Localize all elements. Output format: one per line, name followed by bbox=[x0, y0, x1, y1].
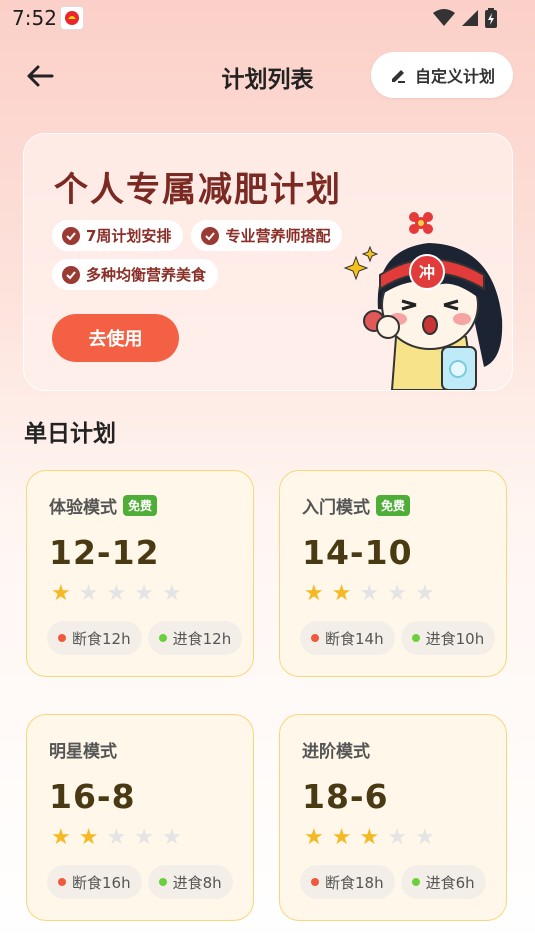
pencil-icon bbox=[391, 70, 405, 83]
eating-dot bbox=[411, 634, 420, 642]
plan-name: 进阶模式 bbox=[302, 742, 370, 762]
plan-card[interactable]: 明星模式 16-8 ★ ★ ★ ★ ★ 断食16h 进食8h bbox=[26, 714, 254, 921]
plan-name: 明星模式 bbox=[49, 742, 117, 762]
star-empty-icon: ★ bbox=[134, 581, 154, 606]
plan-ratio: 14-10 bbox=[302, 533, 413, 572]
star-filled-icon: ★ bbox=[331, 825, 352, 850]
fasting-hours: 断食16h bbox=[72, 873, 131, 892]
star-filled-icon: ★ bbox=[304, 825, 324, 850]
banner-tag: 7周计划安排 bbox=[52, 220, 184, 251]
fasting-dot bbox=[311, 634, 319, 642]
banner-tag: 专业营养师搭配 bbox=[191, 220, 343, 251]
wifi-icon bbox=[433, 9, 455, 26]
fasting-hours: 断食18h bbox=[325, 873, 384, 892]
banner-tag-label: 7周计划安排 bbox=[86, 227, 172, 245]
banner-tag-label: 专业营养师搭配 bbox=[225, 227, 331, 245]
plan-name: 入门模式 bbox=[302, 498, 370, 518]
eating-dot bbox=[411, 878, 420, 886]
plan-card[interactable]: 体验模式 免费 12-12 ★ ★ ★ ★ ★ 断食12h 进食12h bbox=[26, 470, 254, 677]
star-empty-icon: ★ bbox=[414, 825, 435, 850]
check-icon bbox=[62, 265, 80, 284]
fasting-hours: 断食14h bbox=[325, 629, 384, 648]
cartoon-girl-illustration: 冲 bbox=[343, 212, 503, 390]
free-badge: 免费 bbox=[376, 495, 411, 516]
plan-ratio: 16-8 bbox=[49, 777, 136, 816]
battery-icon bbox=[485, 8, 497, 28]
banner-tag: 多种均衡营养美食 bbox=[52, 259, 219, 290]
fasting-dot bbox=[58, 634, 66, 642]
difficulty-stars: ★ ★ ★ ★ ★ bbox=[304, 827, 435, 849]
plan-ratio: 18-6 bbox=[302, 777, 389, 816]
status-time: 7:52 bbox=[12, 6, 57, 30]
eating-dot bbox=[158, 634, 167, 642]
eating-hours: 进食6h bbox=[425, 873, 475, 892]
plan-banner: 个人专属减肥计划 7周计划安排 专业营养师搭配 多种均衡营养美食 去使用 冲 bbox=[23, 133, 513, 391]
signal-icon bbox=[462, 10, 478, 26]
fasting-hours-pill: 断食14h bbox=[300, 621, 395, 655]
free-badge: 免费 bbox=[123, 495, 158, 516]
eating-hours-pill: 进食6h bbox=[400, 865, 486, 899]
back-button[interactable] bbox=[22, 60, 58, 92]
app-notification-icon bbox=[60, 6, 84, 30]
eating-hours: 进食12h bbox=[172, 629, 232, 648]
section-title: 单日计划 bbox=[24, 421, 116, 447]
eating-hours-pill: 进食12h bbox=[147, 621, 243, 655]
star-empty-icon: ★ bbox=[387, 581, 407, 606]
star-filled-icon: ★ bbox=[51, 581, 71, 606]
eating-hours: 进食10h bbox=[425, 629, 485, 648]
star-filled-icon: ★ bbox=[78, 825, 99, 850]
fasting-dot bbox=[58, 878, 66, 886]
star-empty-icon: ★ bbox=[78, 581, 99, 606]
difficulty-stars: ★ ★ ★ ★ ★ bbox=[51, 827, 182, 849]
fasting-hours-pill: 断食16h bbox=[47, 865, 142, 899]
star-empty-icon: ★ bbox=[106, 581, 127, 606]
difficulty-stars: ★ ★ ★ ★ ★ bbox=[51, 583, 182, 605]
star-filled-icon: ★ bbox=[331, 581, 352, 606]
star-empty-icon: ★ bbox=[161, 825, 182, 850]
fasting-hours-pill: 断食12h bbox=[47, 621, 142, 655]
banner-title: 个人专属减肥计划 bbox=[54, 170, 342, 210]
star-empty-icon: ★ bbox=[414, 581, 435, 606]
fasting-hours-pill: 断食18h bbox=[300, 865, 395, 899]
star-filled-icon: ★ bbox=[51, 825, 71, 850]
fasting-dot bbox=[311, 878, 319, 886]
use-button[interactable]: 去使用 bbox=[52, 314, 179, 362]
star-empty-icon: ★ bbox=[106, 825, 127, 850]
fasting-hours: 断食12h bbox=[72, 629, 131, 648]
star-filled-icon: ★ bbox=[359, 825, 380, 850]
check-icon bbox=[62, 226, 80, 245]
star-empty-icon: ★ bbox=[359, 581, 380, 606]
nav-bar: 计划列表 自定义计划 bbox=[0, 48, 535, 104]
difficulty-stars: ★ ★ ★ ★ ★ bbox=[304, 583, 435, 605]
eating-hours-pill: 进食8h bbox=[147, 865, 233, 899]
plan-name: 体验模式 bbox=[49, 498, 117, 518]
plan-ratio: 12-12 bbox=[49, 533, 160, 572]
star-empty-icon: ★ bbox=[387, 825, 407, 850]
eating-dot bbox=[158, 878, 167, 886]
status-bar: 7:52 bbox=[0, 0, 535, 36]
headband-badge-text: 冲 bbox=[419, 263, 435, 282]
status-icons bbox=[433, 8, 497, 28]
check-icon bbox=[201, 226, 220, 245]
plan-card[interactable]: 入门模式 免费 14-10 ★ ★ ★ ★ ★ 断食14h 进食10h bbox=[279, 470, 507, 677]
star-empty-icon: ★ bbox=[134, 825, 154, 850]
banner-tag-label: 多种均衡营养美食 bbox=[86, 266, 207, 284]
eating-hours-pill: 进食10h bbox=[400, 621, 496, 655]
star-empty-icon: ★ bbox=[161, 581, 182, 606]
plan-card[interactable]: 进阶模式 18-6 ★ ★ ★ ★ ★ 断食18h 进食6h bbox=[279, 714, 507, 921]
banner-tags: 7周计划安排 专业营养师搭配 多种均衡营养美食 bbox=[52, 220, 382, 290]
eating-hours: 进食8h bbox=[172, 873, 222, 892]
custom-plan-button[interactable]: 自定义计划 bbox=[370, 52, 513, 98]
custom-plan-label: 自定义计划 bbox=[414, 67, 495, 86]
star-filled-icon: ★ bbox=[304, 581, 324, 606]
arrow-left-icon bbox=[27, 65, 54, 87]
